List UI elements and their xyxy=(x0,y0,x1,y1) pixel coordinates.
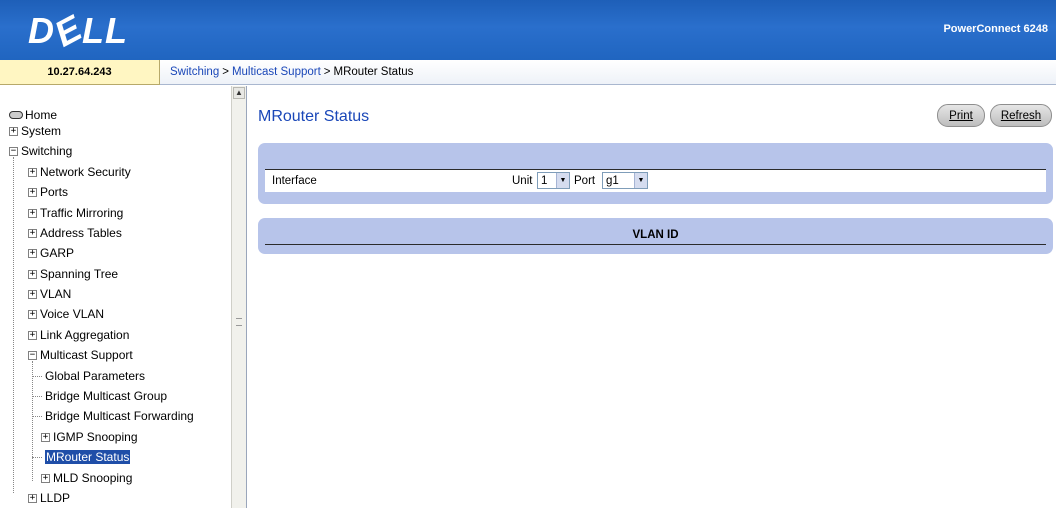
nav-label: Multicast Support xyxy=(40,348,133,362)
chevron-down-icon[interactable]: ▼ xyxy=(556,173,569,188)
nav-label: GARP xyxy=(40,246,75,260)
top-bar: 10.27.64.243 Switching > Multicast Support… xyxy=(0,60,1056,85)
plus-icon[interactable]: + xyxy=(28,493,37,503)
plus-icon[interactable]: + xyxy=(28,208,37,218)
scroll-grip-icon[interactable] xyxy=(236,318,242,326)
interface-panel: Interface Unit 1 ▼ Port g1 ▼ xyxy=(258,143,1053,204)
port-label: Port xyxy=(574,175,596,187)
tree-branch xyxy=(32,415,42,417)
port-select[interactable]: g1 ▼ xyxy=(602,172,648,189)
plus-icon[interactable]: + xyxy=(28,269,37,279)
nav-item-home[interactable]: Home xyxy=(9,108,57,122)
page-title: MRouter Status xyxy=(258,108,370,125)
breadcrumb-separator: > xyxy=(222,66,229,78)
nav-item-address-tables[interactable]: + Address Tables xyxy=(28,226,122,240)
tree-branch xyxy=(32,456,42,458)
tree-branch xyxy=(32,395,42,397)
nav-item-garp[interactable]: + GARP xyxy=(28,246,74,260)
plus-icon[interactable]: + xyxy=(28,309,37,319)
breadcrumb: Switching > Multicast Support > MRouter Stat… xyxy=(170,66,413,78)
nav-label: Voice VLAN xyxy=(40,307,105,321)
home-icon xyxy=(9,111,23,119)
interface-row: Interface Unit 1 ▼ Port g1 ▼ xyxy=(265,169,1046,192)
port-select-value: g1 xyxy=(606,174,619,187)
unit-select[interactable]: 1 ▼ xyxy=(537,172,570,189)
nav-label: IGMP Snooping xyxy=(53,430,138,444)
plus-icon[interactable]: + xyxy=(28,330,37,340)
nav-item-igmp-snooping[interactable]: + IGMP Snooping xyxy=(41,430,138,444)
table-header-rule xyxy=(265,244,1046,245)
nav-item-mld-snooping[interactable]: + MLD Snooping xyxy=(41,471,132,485)
nav-label: Home xyxy=(25,108,58,122)
nav-item-network-security[interactable]: + Network Security xyxy=(28,165,131,179)
nav-label: VLAN xyxy=(40,287,72,301)
breadcrumb-current: MRouter Status xyxy=(333,66,414,78)
nav-label: MRouter Status xyxy=(45,450,131,464)
nav-label: System xyxy=(21,124,62,138)
nav-scrollbar[interactable]: ▲ xyxy=(231,86,246,508)
nav-item-spanning-tree[interactable]: + Spanning Tree xyxy=(28,267,118,281)
header-banner: D E LL PowerConnect 6248 xyxy=(0,0,1056,60)
plus-icon[interactable]: + xyxy=(28,167,37,177)
nav-item-multicast-support[interactable]: − Multicast Support xyxy=(28,348,133,362)
nav-item-lldp[interactable]: + LLDP xyxy=(28,491,70,505)
nav-item-link-aggregation[interactable]: + Link Aggregation xyxy=(28,328,129,342)
unit-select-value: 1 xyxy=(541,174,548,187)
frame-divider xyxy=(246,86,247,508)
nav-item-bridge-multicast-group[interactable]: Bridge Multicast Group xyxy=(32,389,167,403)
nav-label: Spanning Tree xyxy=(40,267,119,281)
nav-item-traffic-mirroring[interactable]: + Traffic Mirroring xyxy=(28,206,123,220)
nav-label: Traffic Mirroring xyxy=(40,206,124,220)
plus-icon[interactable]: + xyxy=(28,289,37,299)
nav-item-ports[interactable]: + Ports xyxy=(28,185,68,199)
nav-label: LLDP xyxy=(40,491,71,505)
nav-label: Address Tables xyxy=(40,226,122,240)
chevron-down-icon[interactable]: ▼ xyxy=(634,173,647,188)
nav-label: Global Parameters xyxy=(45,369,146,383)
tree-connector xyxy=(13,157,14,493)
unit-label: Unit xyxy=(512,175,533,187)
nav-item-global-parameters[interactable]: Global Parameters xyxy=(32,369,145,383)
nav-label: MLD Snooping xyxy=(53,471,133,485)
minus-icon[interactable]: − xyxy=(28,350,37,360)
ip-address: 10.27.64.243 xyxy=(0,60,160,85)
nav-label: Link Aggregation xyxy=(40,328,130,342)
tree-branch xyxy=(32,375,42,377)
breadcrumb-multicast-support[interactable]: Multicast Support xyxy=(232,66,321,78)
nav-item-bridge-multicast-forwarding[interactable]: Bridge Multicast Forwarding xyxy=(32,409,194,423)
nav-tree: Home + System − Switching + Network Secu… xyxy=(0,86,231,508)
interface-label: Interface xyxy=(272,175,317,187)
vlan-id-column-header: VLAN ID xyxy=(632,229,679,241)
nav-label: Switching xyxy=(21,144,73,158)
nav-item-switching[interactable]: − Switching xyxy=(9,144,72,158)
nav-label: Bridge Multicast Group xyxy=(45,389,168,403)
refresh-button[interactable]: Refresh xyxy=(990,104,1052,127)
nav-item-system[interactable]: + System xyxy=(9,124,61,138)
nav-label: Bridge Multicast Forwarding xyxy=(45,409,194,423)
nav-label: Ports xyxy=(40,185,69,199)
plus-icon[interactable]: + xyxy=(28,187,37,197)
product-name: PowerConnect 6248 xyxy=(943,23,1048,35)
vlan-table-panel: VLAN ID xyxy=(258,218,1053,254)
plus-icon[interactable]: + xyxy=(41,432,50,442)
plus-icon[interactable]: + xyxy=(9,126,18,136)
dell-logo: D E LL xyxy=(28,6,128,55)
scroll-up-arrow-icon[interactable]: ▲ xyxy=(233,87,245,99)
nav-item-mrouter-status[interactable]: MRouter Status xyxy=(32,450,131,464)
nav-label: Network Security xyxy=(40,165,131,179)
nav-item-vlan[interactable]: + VLAN xyxy=(28,287,71,301)
print-button[interactable]: Print xyxy=(937,104,985,127)
breadcrumb-separator: > xyxy=(323,66,331,78)
plus-icon[interactable]: + xyxy=(28,228,37,238)
breadcrumb-switching[interactable]: Switching xyxy=(170,66,219,78)
plus-icon[interactable]: + xyxy=(41,473,50,483)
nav-item-voice-vlan[interactable]: + Voice VLAN xyxy=(28,307,104,321)
minus-icon[interactable]: − xyxy=(9,146,18,156)
plus-icon[interactable]: + xyxy=(28,248,37,258)
